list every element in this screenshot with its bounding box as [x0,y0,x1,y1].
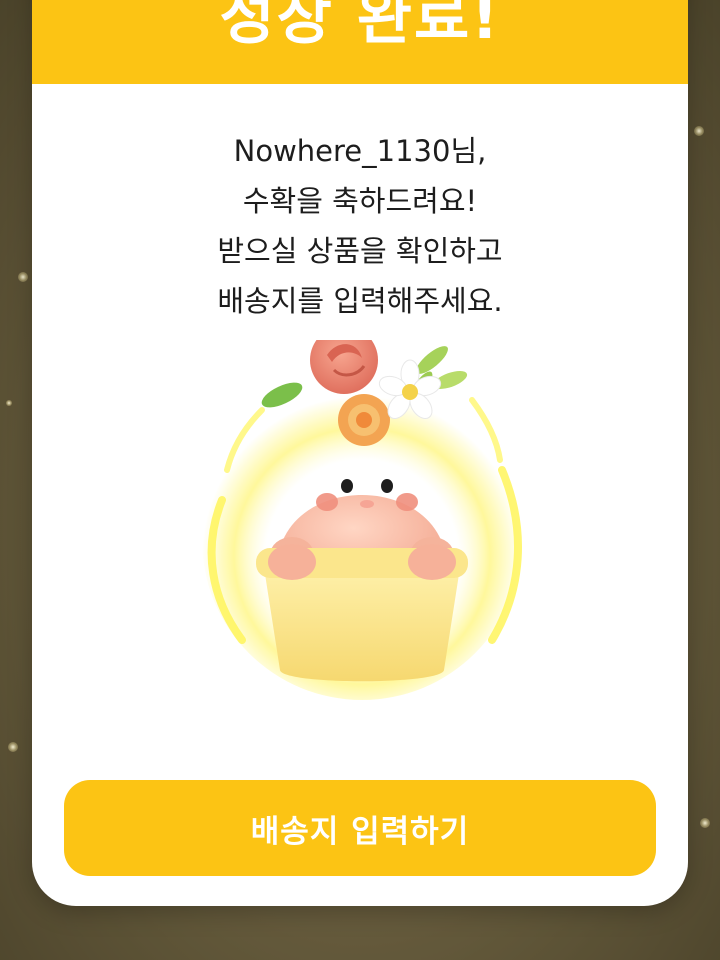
potted-flower-character-icon [202,340,523,700]
modal-header: 성장 완료! [32,0,688,84]
harvest-complete-modal: 성장 완료! Nowhere_1130님, 수확을 축하드려요! 받으실 상품을… [32,0,688,906]
sparkle-decoration [18,272,28,282]
message-line-check-prize: 받으실 상품을 확인하고 [217,234,503,268]
modal-title: 성장 완료! [219,0,501,53]
message-line-congrats: 수확을 축하드려요! [242,184,478,218]
sparkle-decoration [700,818,710,828]
congratulation-message: Nowhere_1130님, 수확을 축하드려요! 받으실 상품을 확인하고 배… [32,126,688,326]
message-line-username: Nowhere_1130님, [233,134,487,168]
message-line-enter-address: 배송지를 입력해주세요. [217,284,503,318]
sparkle-decoration [8,742,18,752]
sparkle-decoration [6,400,12,406]
sparkle-decoration [694,126,704,136]
enter-address-button[interactable]: 배송지 입력하기 [64,780,656,876]
